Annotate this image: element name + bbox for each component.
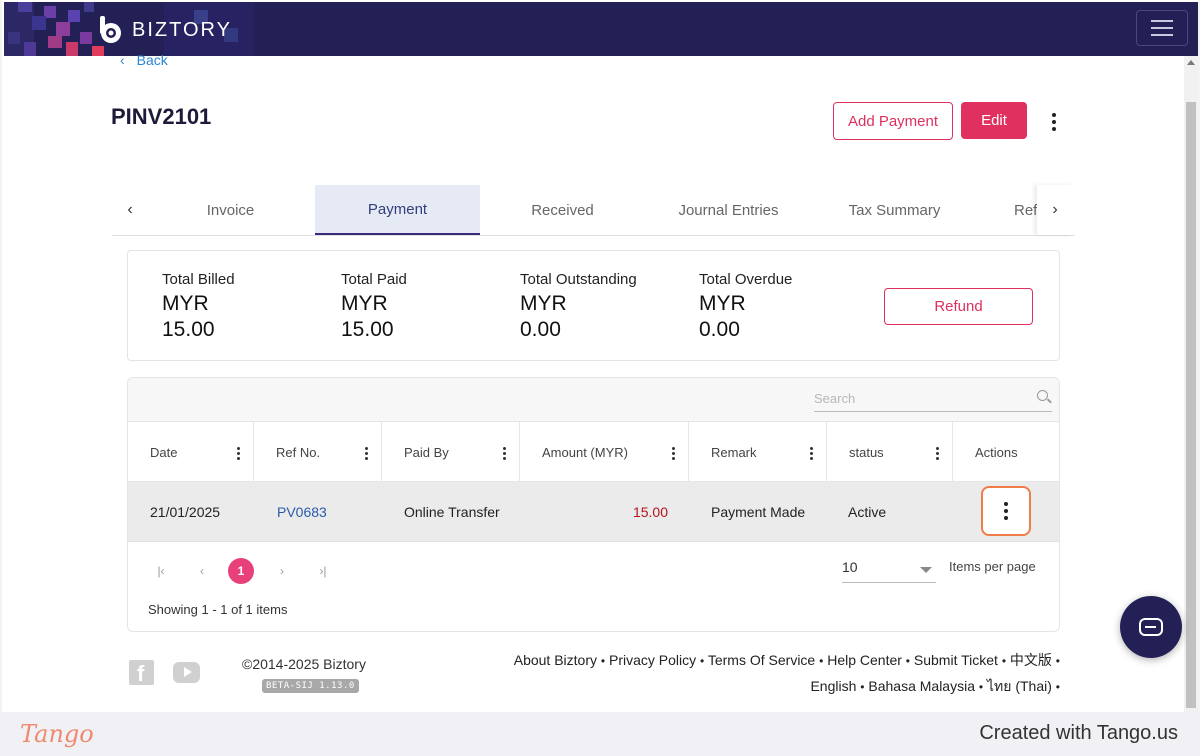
total-paid: Total Paid MYR 15.00 bbox=[341, 271, 407, 341]
footer-link-ticket[interactable]: Submit Ticket bbox=[914, 652, 998, 668]
last-page-icon[interactable]: ›| bbox=[310, 558, 336, 584]
cell-date: 21/01/2025 bbox=[150, 504, 221, 520]
footer-link-privacy[interactable]: Privacy Policy bbox=[609, 652, 696, 668]
cell-paid-by: Online Transfer bbox=[404, 504, 500, 520]
page-number-button[interactable]: 1 bbox=[228, 558, 254, 584]
tab-invoice[interactable]: Invoice bbox=[148, 185, 313, 235]
tab-payment[interactable]: Payment bbox=[315, 185, 480, 235]
copyright-text: ©2014-2025 Biztory bbox=[242, 656, 366, 672]
grid-toolbar bbox=[128, 378, 1059, 422]
column-header-status[interactable]: status bbox=[827, 422, 953, 482]
footer-links: About Biztory • Privacy Policy • Terms O… bbox=[513, 652, 1060, 694]
grid-pager: |‹ ‹ 1 › ›| 10 Items per page Showing 1 … bbox=[128, 542, 1059, 631]
showing-items-label: Showing 1 - 1 of 1 items bbox=[148, 602, 288, 617]
column-header-amount[interactable]: Amount (MYR) bbox=[520, 422, 689, 482]
column-menu-icon[interactable] bbox=[235, 446, 241, 460]
footer-link-help[interactable]: Help Center bbox=[827, 652, 902, 668]
add-payment-button[interactable]: Add Payment bbox=[833, 102, 953, 140]
total-overdue: Total Overdue MYR 0.00 bbox=[699, 271, 793, 341]
hamburger-menu-button[interactable] bbox=[1136, 10, 1188, 46]
cell-amount: 15.00 bbox=[632, 504, 668, 520]
footer-link-terms[interactable]: Terms Of Service bbox=[708, 652, 815, 668]
version-badge: BETA-SIJ 1.13.0 bbox=[262, 679, 359, 693]
footer-link-about[interactable]: About Biztory bbox=[514, 652, 597, 668]
column-header-actions: Actions bbox=[975, 444, 1018, 460]
previous-page-icon[interactable]: ‹ bbox=[189, 558, 215, 584]
vertical-dots-icon bbox=[983, 488, 1029, 534]
grid-search bbox=[814, 386, 1052, 412]
payments-grid: Date Ref No. Paid By Amount (MYR) Remark… bbox=[127, 377, 1060, 632]
page-scrollbar[interactable] bbox=[1184, 56, 1198, 712]
column-menu-icon[interactable] bbox=[808, 446, 814, 460]
refund-button[interactable]: Refund bbox=[884, 288, 1033, 325]
tab-received[interactable]: Received bbox=[480, 185, 645, 235]
grid-header: Date Ref No. Paid By Amount (MYR) Remark… bbox=[128, 422, 1059, 482]
column-header-paid-by[interactable]: Paid By bbox=[382, 422, 520, 482]
biztory-logo[interactable]: BIZTORY bbox=[98, 16, 232, 44]
scroll-up-arrow-icon[interactable] bbox=[1187, 60, 1195, 65]
tabs-scroll-right-icon[interactable]: › bbox=[1037, 185, 1073, 235]
top-navbar: BIZTORY bbox=[4, 2, 1198, 56]
youtube-icon[interactable] bbox=[173, 662, 200, 683]
column-header-remark[interactable]: Remark bbox=[689, 422, 827, 482]
column-header-date[interactable]: Date bbox=[128, 422, 254, 482]
biztory-logo-icon bbox=[100, 16, 121, 43]
total-billed: Total Billed MYR 15.00 bbox=[162, 271, 235, 341]
footer-link-thai[interactable]: ไทย (Thai) bbox=[987, 678, 1052, 694]
chevron-left-icon: ‹ bbox=[120, 52, 125, 68]
back-link[interactable]: ‹ Back bbox=[120, 52, 168, 68]
caret-down-icon bbox=[920, 567, 932, 573]
cell-ref-link[interactable]: PV0683 bbox=[277, 482, 327, 542]
row-actions-button[interactable] bbox=[981, 486, 1031, 536]
chat-bubble-icon bbox=[1139, 618, 1163, 636]
edit-button[interactable]: Edit bbox=[961, 102, 1027, 139]
tab-journal-entries[interactable]: Journal Entries bbox=[646, 185, 811, 235]
table-row[interactable]: 21/01/2025 PV0683 Online Transfer 15.00 … bbox=[128, 482, 1059, 542]
tango-bar: Tango Created with Tango.us bbox=[0, 712, 1200, 756]
tab-tax-summary[interactable]: Tax Summary bbox=[812, 185, 977, 235]
app-frame: BIZTORY ‹ Back PINV2101 Add Payment Edit… bbox=[0, 0, 1200, 712]
scrollbar-thumb[interactable] bbox=[1186, 102, 1196, 708]
more-options-icon[interactable] bbox=[1046, 112, 1062, 132]
footer-link-english[interactable]: English bbox=[810, 678, 856, 694]
footer-link-chinese[interactable]: 中文版 bbox=[1010, 652, 1052, 668]
column-header-ref-no[interactable]: Ref No. bbox=[254, 422, 382, 482]
column-menu-icon[interactable] bbox=[670, 446, 676, 460]
back-label: Back bbox=[136, 52, 168, 68]
column-menu-icon[interactable] bbox=[501, 446, 507, 460]
brand-name: BIZTORY bbox=[132, 18, 232, 41]
page-size-select[interactable]: 10 bbox=[842, 555, 936, 583]
tango-logo: Tango bbox=[20, 720, 94, 748]
footer-link-malay[interactable]: Bahasa Malaysia bbox=[868, 678, 975, 694]
document-tabs: ‹ Invoice Payment Received Journal Entri… bbox=[112, 185, 1075, 236]
tango-credit: Created with Tango.us bbox=[979, 722, 1178, 744]
items-per-page-label: Items per page bbox=[949, 559, 1036, 574]
tabs-scroll-left-icon[interactable]: ‹ bbox=[112, 185, 148, 235]
column-menu-icon[interactable] bbox=[363, 446, 369, 460]
search-input[interactable] bbox=[814, 386, 1024, 410]
facebook-icon[interactable] bbox=[129, 660, 154, 687]
total-outstanding: Total Outstanding MYR 0.00 bbox=[520, 271, 637, 341]
hamburger-icon bbox=[1151, 20, 1173, 22]
payment-summary-card: Total Billed MYR 15.00 Total Paid MYR 15… bbox=[127, 250, 1060, 361]
cell-status: Active bbox=[848, 504, 887, 520]
first-page-icon[interactable]: |‹ bbox=[148, 558, 174, 584]
page-title: PINV2101 bbox=[111, 104, 212, 129]
tab-refund-truncated[interactable]: Refe bbox=[978, 185, 1038, 235]
next-page-icon[interactable]: › bbox=[269, 558, 295, 584]
cell-remark: Payment Made bbox=[711, 504, 806, 520]
chat-widget-button[interactable] bbox=[1120, 596, 1182, 658]
search-icon[interactable] bbox=[1037, 390, 1048, 401]
column-menu-icon[interactable] bbox=[934, 446, 940, 460]
